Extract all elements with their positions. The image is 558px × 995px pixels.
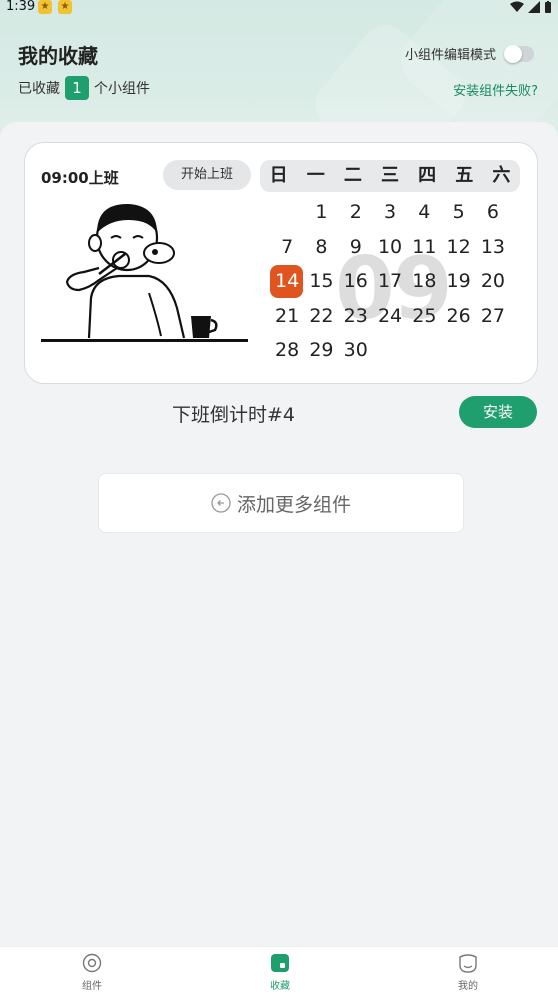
favorite-icon — [271, 954, 289, 972]
calendar-day: 7 — [281, 235, 294, 258]
calendar-day: 8 — [315, 235, 328, 258]
battery-icon — [545, 1, 551, 13]
page-title: 我的收藏 — [18, 44, 98, 68]
calendar-day: 26 — [446, 304, 471, 327]
weekday-label: 日 — [269, 165, 288, 186]
arrow-left-circle-icon — [211, 493, 231, 513]
add-more-label: 添加更多组件 — [236, 493, 351, 516]
add-more-widgets-button[interactable]: 添加更多组件 — [98, 473, 464, 533]
edit-mode-setting: 小组件编辑模式 — [405, 44, 534, 63]
calendar-day: 12 — [446, 235, 471, 258]
edit-mode-label: 小组件编辑模式 — [404, 48, 496, 63]
calendar-day-today: 14 — [270, 264, 304, 299]
calendar-day: 28 — [275, 339, 300, 361]
tooth-brushing-illustration — [41, 203, 248, 342]
collected-count-badge: 1 — [65, 76, 89, 100]
calendar-day: 22 — [309, 304, 334, 327]
calendar-day: 4 — [418, 201, 431, 223]
calendar-day: 2 — [349, 201, 362, 223]
tab-label: 我的 — [458, 981, 478, 992]
status-bar: 1:39 ★ ★ — [0, 0, 558, 16]
bottom-tab-bar: 组件 收藏 我的 — [0, 946, 558, 995]
tab-widgets[interactable]: 组件 — [62, 953, 122, 992]
collected-summary: 已收藏 1 个小组件 — [18, 76, 150, 100]
weekday-label: 三 — [380, 165, 399, 186]
weekday-label: 四 — [418, 165, 437, 186]
calendar-weekday-header: 日 一 二 三 四 五 六 — [260, 160, 520, 192]
widget-time-label: 09:00上班 — [41, 169, 119, 187]
calendar-grid: 1 2 3 4 5 6 7 8 9 10 11 12 13 14 15 16 1… — [270, 195, 510, 368]
wifi-icon — [510, 1, 524, 12]
calendar-day: 11 — [412, 235, 437, 258]
calendar-day: 24 — [377, 304, 403, 327]
calendar-day: 13 — [480, 235, 506, 258]
calendar-day: 1 — [315, 201, 328, 223]
calendar-day: 10 — [377, 235, 403, 258]
status-time: 1:39 — [6, 0, 36, 14]
calendar-day: 20 — [480, 270, 506, 292]
calendar-day: 25 — [412, 304, 437, 327]
widget-preview-card[interactable]: 09:00上班 开始上班 日 一 二 三 四 五 六 09 1 2 3 4 5 … — [24, 142, 538, 384]
calendar-day: 9 — [349, 235, 362, 258]
weekday-label: 二 — [343, 165, 362, 186]
weekday-label: 六 — [492, 165, 511, 186]
collected-prefix: 已收藏 — [18, 81, 60, 97]
calendar-day: 18 — [412, 270, 437, 292]
edit-mode-toggle[interactable] — [504, 44, 534, 63]
calendar-day: 16 — [343, 270, 368, 292]
notification-app-icon: ★ — [38, 0, 52, 14]
calendar-day: 5 — [452, 201, 465, 223]
calendar-day: 6 — [486, 201, 499, 223]
calendar-day: 30 — [343, 339, 368, 361]
widget-icon — [82, 953, 102, 973]
widget-name: 下班倒计时#4 — [172, 404, 296, 426]
calendar-day: 23 — [343, 304, 368, 327]
tab-label: 组件 — [82, 981, 102, 992]
signal-icon — [528, 1, 540, 13]
calendar-day — [270, 195, 304, 230]
weekday-label: 五 — [455, 165, 474, 186]
tab-profile[interactable]: 我的 — [438, 953, 498, 992]
install-failed-link[interactable]: 安装组件失败? — [453, 80, 538, 99]
calendar-day: 29 — [309, 339, 334, 361]
start-work-button[interactable]: 开始上班 — [163, 160, 251, 190]
install-button[interactable]: 安装 — [459, 396, 537, 428]
calendar-day: 15 — [309, 270, 334, 292]
calendar-day: 27 — [480, 304, 506, 327]
weekday-label: 一 — [306, 165, 325, 186]
notification-app-icon: ★ — [58, 0, 72, 14]
tab-favorites[interactable]: 收藏 — [250, 953, 310, 992]
calendar-day: 19 — [446, 270, 471, 292]
calendar-day: 17 — [377, 270, 403, 292]
profile-icon — [459, 954, 477, 973]
calendar-day: 21 — [275, 304, 300, 327]
calendar-day: 3 — [383, 201, 397, 223]
collected-suffix: 个小组件 — [94, 81, 150, 97]
tab-label: 收藏 — [270, 981, 290, 992]
